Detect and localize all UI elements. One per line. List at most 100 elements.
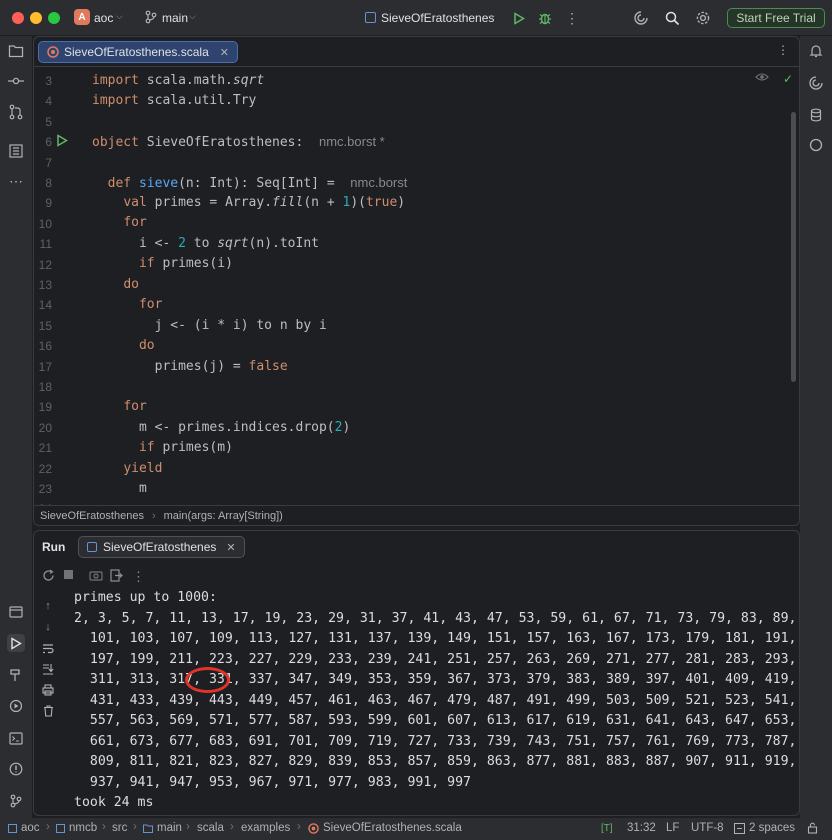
status-path-item[interactable]: src [112, 822, 127, 834]
run-tool-icon[interactable] [7, 634, 25, 652]
scala-file-icon [308, 822, 319, 834]
close-tab-icon[interactable]: ✕ [226, 541, 235, 554]
services-icon[interactable] [7, 603, 25, 621]
status-path-item[interactable]: examples [241, 822, 290, 834]
ai-assistant-icon[interactable] [632, 9, 650, 27]
run-icon[interactable] [510, 9, 528, 27]
branch-selector[interactable]: main [162, 11, 188, 25]
git-icon[interactable] [7, 792, 25, 810]
console-line: 557, 563, 569, 571, 577, 587, 593, 599, … [74, 713, 800, 728]
soft-wrap-icon[interactable] [41, 641, 55, 655]
run-panel-title: Run [42, 540, 66, 554]
project-selector[interactable]: aoc [94, 11, 113, 25]
trash-icon[interactable] [41, 704, 55, 718]
line-separator[interactable]: LF [666, 822, 679, 834]
up-arrow-icon[interactable]: ↑ [41, 599, 55, 613]
line-number: 15 [38, 318, 52, 333]
run-config-tab[interactable]: SieveOfEratosthenes ✕ [78, 536, 245, 558]
status-path-item[interactable]: scala [197, 822, 224, 834]
breadcrumb-item[interactable]: SieveOfEratosthenes [40, 510, 144, 522]
stop-icon[interactable] [63, 569, 74, 583]
minimize-window-button[interactable] [30, 12, 42, 24]
scroll-to-end-icon[interactable] [41, 662, 55, 676]
status-path-item[interactable]: aoc [8, 822, 40, 834]
code-line: do [123, 277, 139, 292]
camera-icon[interactable] [89, 569, 103, 584]
console-line: 2, 3, 5, 7, 11, 13, 17, 19, 23, 29, 31, … [74, 610, 800, 626]
line-number: 3 [45, 74, 52, 88]
zoom-window-button[interactable] [48, 12, 60, 24]
highlight-circle-annotation [185, 667, 230, 693]
debug-icon[interactable] [536, 9, 554, 27]
code-line: import scala.math.sqrt [92, 73, 265, 88]
run-toolbar: ⋮ [34, 567, 799, 587]
debug-tool-icon[interactable] [7, 697, 25, 715]
settings-gear-icon[interactable] [694, 9, 712, 27]
more-horizontal-icon[interactable]: ⋯ [7, 172, 25, 190]
console-output[interactable]: primes up to 1000: 2, 3, 5, 7, 11, 13, 17… [74, 588, 800, 814]
module-icon [56, 823, 65, 833]
module-icon [8, 823, 17, 833]
breadcrumb: SieveOfEratosthenes › main(args: Array[S… [34, 505, 799, 525]
plugin-icon[interactable] [807, 136, 825, 154]
status-bar: aoc › nmcb › src › main › scala › exampl… [0, 818, 832, 840]
console-line: primes up to 1000: [74, 590, 217, 605]
right-tool-strip [800, 36, 832, 818]
ai-chat-icon[interactable] [807, 74, 825, 92]
file-tab-label: SieveOfEratosthenes.scala [64, 45, 209, 59]
line-number: 20 [38, 420, 52, 435]
author-hint[interactable]: nmc.borst [350, 175, 407, 190]
mode-badge[interactable]: [T] [601, 823, 613, 834]
rerun-icon[interactable] [42, 569, 55, 585]
build-hammer-icon[interactable] [7, 666, 25, 684]
print-icon[interactable] [41, 683, 55, 697]
structure-icon[interactable] [7, 142, 25, 160]
file-tab[interactable]: SieveOfEratosthenes.scala ✕ [38, 41, 238, 63]
author-hint[interactable]: nmc.borst * [319, 134, 385, 149]
status-path-item[interactable]: SieveOfEratosthenes.scala [308, 822, 462, 834]
scala-file-icon [47, 46, 59, 58]
close-window-button[interactable] [12, 12, 24, 24]
code-editor[interactable]: SieveOfEratosthenes.scala ✕ ⋮ ✓ 3 4 5 6 7 8 9 1… [33, 36, 800, 526]
pull-requests-icon[interactable] [7, 103, 25, 121]
lock-icon[interactable] [807, 822, 818, 837]
commit-icon[interactable] [7, 72, 25, 90]
status-path-item[interactable]: nmcb [56, 822, 97, 834]
file-encoding[interactable]: UTF-8 [691, 822, 724, 834]
notifications-bell-icon[interactable] [807, 42, 825, 60]
status-path-item[interactable]: main [143, 822, 182, 834]
path-separator: › [102, 821, 106, 833]
run-config-selector[interactable]: SieveOfEratosthenes [381, 11, 494, 25]
line-number: 13 [38, 278, 52, 292]
no-problems-check-icon: ✓ [782, 72, 793, 86]
exit-icon[interactable] [110, 569, 123, 585]
down-arrow-icon[interactable]: ↓ [41, 620, 55, 634]
more-vertical-icon[interactable]: ⋮ [563, 9, 581, 27]
breadcrumb-item[interactable]: main(args: Array[String]) [164, 510, 283, 522]
cursor-position[interactable]: 31:32 [627, 822, 656, 834]
line-number: 14 [38, 298, 52, 313]
code-line: val primes = Array.fill(n + 1)(true) [123, 195, 406, 210]
more-vertical-icon[interactable]: ⋮ [132, 569, 145, 585]
search-icon[interactable] [663, 9, 681, 27]
project-badge[interactable]: A [74, 9, 90, 25]
project-folder-icon[interactable] [7, 42, 25, 60]
run-gutter-icon[interactable] [56, 134, 68, 147]
console-line: 661, 673, 677, 683, 691, 701, 709, 719, … [74, 733, 800, 749]
line-number: 12 [38, 257, 52, 272]
editor-scrollbar[interactable] [791, 112, 796, 382]
code-line: j <- (i * i) to n by i [92, 318, 327, 333]
more-vertical-icon[interactable]: ⋮ [777, 43, 789, 57]
database-icon[interactable] [807, 106, 825, 124]
line-number: 6 [45, 135, 52, 150]
line-number: 19 [38, 400, 52, 415]
reader-mode-eye-icon[interactable] [755, 72, 769, 82]
indent-setting[interactable]: 2 spaces [734, 822, 795, 834]
line-number: 18 [38, 380, 52, 394]
close-tab-icon[interactable]: ✕ [220, 46, 229, 59]
terminal-icon[interactable] [7, 729, 25, 747]
run-config-icon [365, 12, 376, 23]
line-number: 10 [38, 216, 52, 231]
problems-icon[interactable] [7, 760, 25, 778]
start-free-trial-button[interactable]: Start Free Trial [727, 8, 825, 28]
